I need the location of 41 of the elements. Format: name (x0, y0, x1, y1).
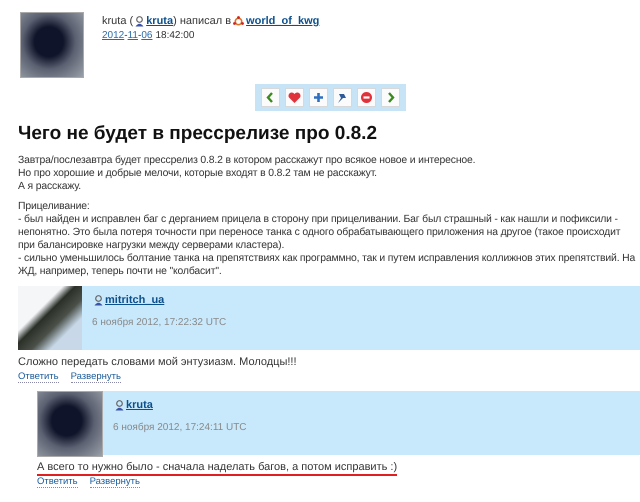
avatar-picture (18, 286, 82, 350)
avatar-picture (37, 391, 103, 457)
post-time: 18:42:00 (155, 30, 194, 40)
posted-in-text: ) написал в (173, 15, 232, 27)
comment-action-link[interactable]: Развернуть (70, 371, 121, 383)
comment-text: Сложно передать словами мой энтузиазм. Молодцы!!! (18, 356, 297, 369)
post-text: Прицеливание: (18, 200, 91, 213)
post-text: А я расскажу. (18, 180, 82, 193)
next-button[interactable] (380, 88, 400, 107)
user-icon (94, 294, 103, 306)
comment-text: А всего то нужно было - сначала наделать багов, а потом исправить :) (37, 461, 398, 476)
post-title: Чего не будет в прессрелизе про 0.8.2 (18, 123, 378, 145)
comment-action-link[interactable]: Ответить (18, 371, 59, 383)
previous-button[interactable] (260, 88, 280, 107)
date-link[interactable]: 11 (128, 30, 138, 40)
heart-button[interactable] (284, 88, 304, 107)
date-separator: - (124, 30, 128, 40)
avatar-picture (20, 12, 84, 78)
no-entry-icon (358, 90, 374, 105)
community-icon (233, 16, 244, 26)
post-text: - сильно уменьшилось болтание танка на препятствиях как программно, так и путем исправления коллижнов этих препятствий. На ЖД, например, теперь почти не "колбасит". (18, 252, 636, 278)
community-link[interactable]: world_of_kwg (246, 15, 320, 27)
comment-date: 6 ноября 2012, 17:22:32 UTC (92, 317, 226, 328)
post-text: - был найден и исправлен баг с дерганием прицела в сторону при прицеливании. Баг был страшный - как нашли и пофиксили - непонятно. Это была потеря точности при переносе танка с одного обрабатывающего приложения на другое (такое происходит при балансировке нагрузки между серверами кластера). (18, 213, 622, 252)
user-icon (135, 16, 144, 26)
post-text: Завтра/послезавтра будет прессрелиз 0.8.2 в котором расскажут про всякое новое и интересное. (18, 154, 476, 167)
comment-date: 6 ноября 2012, 17:24:11 UTC (113, 422, 247, 433)
user-link[interactable]: kruta (126, 399, 153, 411)
plus-button[interactable] (308, 88, 328, 107)
heart-icon (286, 90, 302, 105)
comment-action-link[interactable]: Ответить (37, 476, 78, 488)
date-separator: - (138, 30, 142, 40)
date-link[interactable]: 06 (141, 30, 152, 40)
comment-action-link[interactable]: Развернуть (90, 476, 140, 488)
date-link[interactable]: 2012 (102, 30, 124, 40)
user-icon (115, 400, 124, 410)
user-link[interactable]: kruta (146, 15, 174, 27)
author-name: kruta ( (102, 15, 134, 27)
user-link[interactable]: mitritch_ua (105, 294, 164, 306)
no-entry-button[interactable] (356, 88, 376, 107)
post-text: Но про хорошие и добрые мелочи, которые входят в 0.8.2 там не расскажут. (18, 167, 378, 180)
